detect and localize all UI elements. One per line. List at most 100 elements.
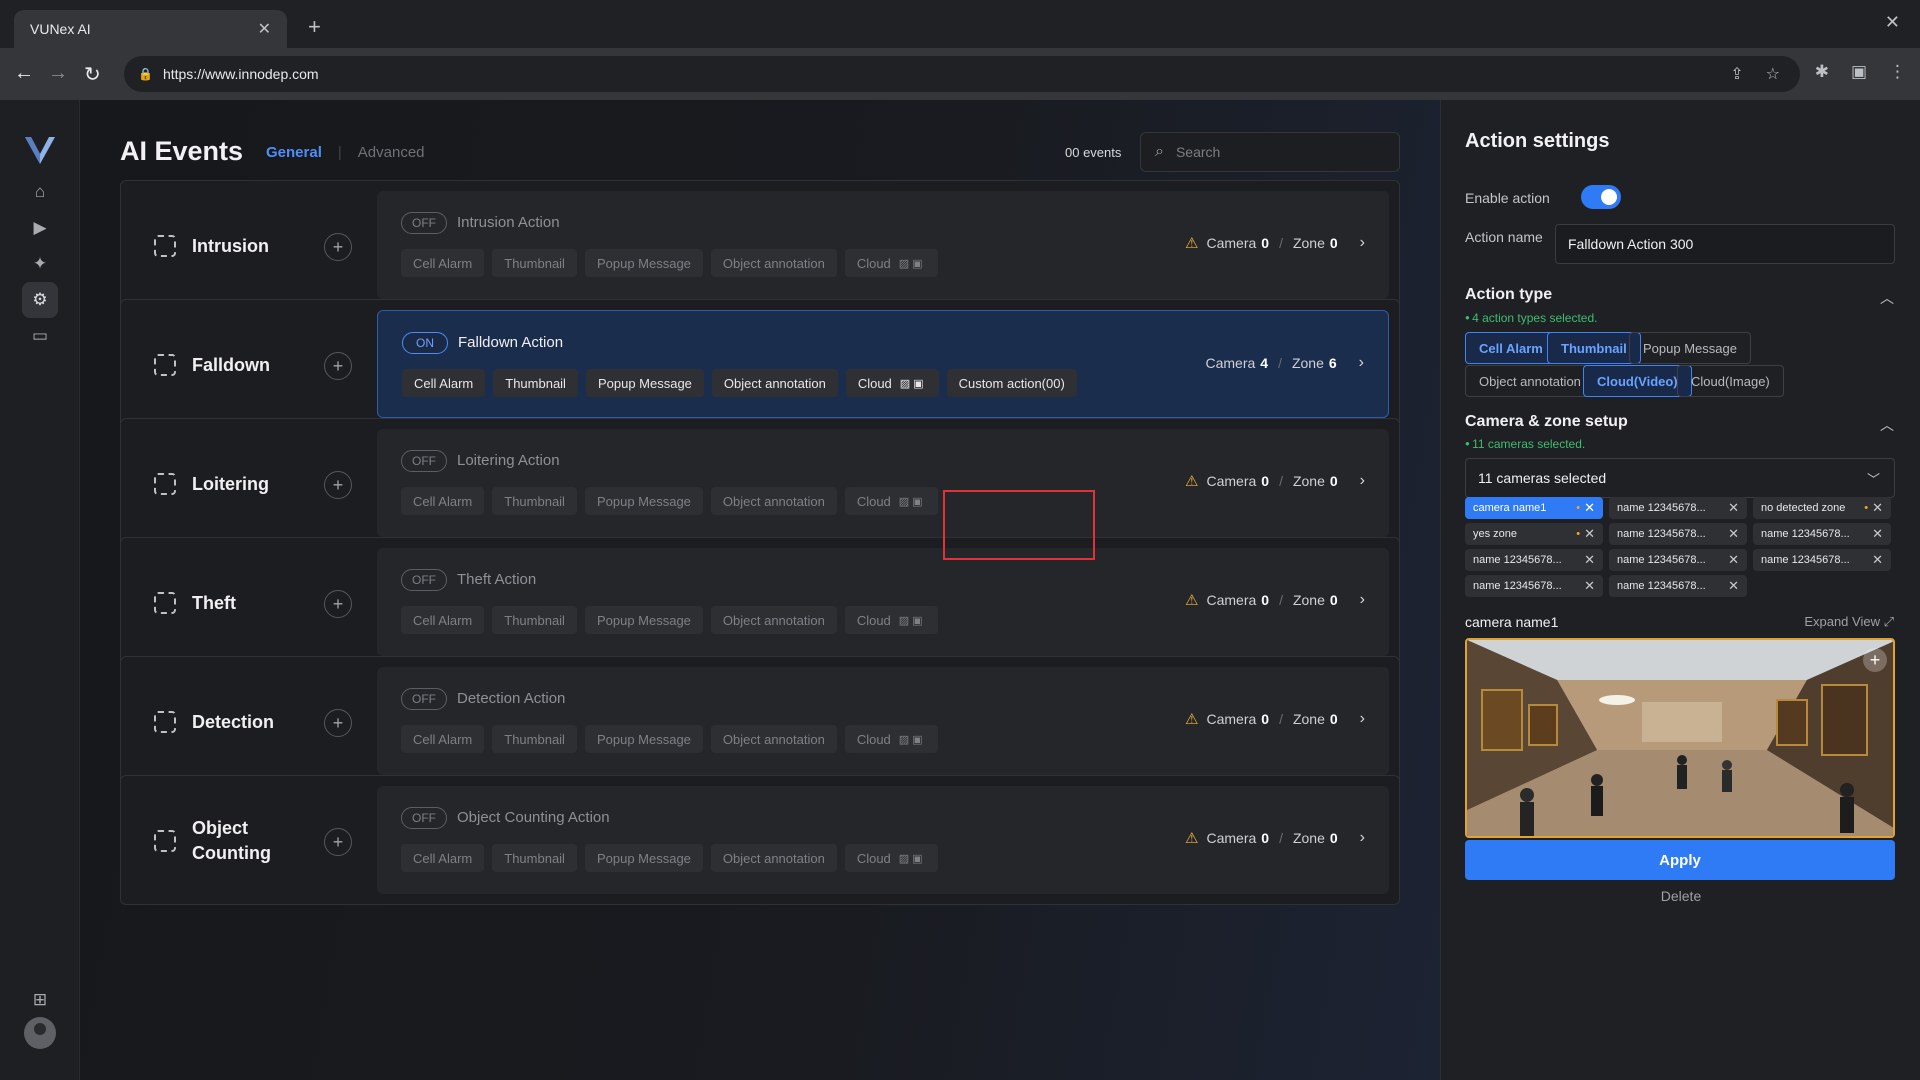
extensions-icon[interactable]: ✱ [1815, 62, 1829, 82]
add-action-button[interactable]: + [324, 233, 352, 261]
action-chips: Cell Alarm Thumbnail Popup Message Object a… [401, 606, 938, 634]
event-checkbox[interactable] [154, 830, 176, 852]
back-icon[interactable]: ← [14, 62, 34, 85]
camera-tag[interactable]: name 12345678... ✕ [1753, 549, 1891, 571]
chevron-right-icon[interactable]: › [1360, 591, 1365, 609]
apply-button[interactable]: Apply [1465, 840, 1895, 880]
event-card[interactable]: Theft + OFF Theft Action Cell Alarm Thumb… [120, 537, 1400, 667]
avatar[interactable] [24, 1017, 56, 1049]
action-type-option[interactable]: Cloud(Image) [1677, 365, 1784, 397]
menu-dots-icon[interactable]: ⋮ [1889, 62, 1906, 82]
monitor-settings-icon[interactable]: ▭ [22, 318, 58, 354]
remove-tag-icon[interactable]: ✕ [1584, 552, 1595, 568]
remove-tag-icon[interactable]: ✕ [1872, 500, 1883, 516]
camera-tag[interactable]: name 12345678... ✕ [1609, 575, 1747, 597]
chevron-right-icon[interactable]: › [1360, 234, 1365, 252]
search-input[interactable]: ⌕ Search [1140, 132, 1400, 172]
remove-tag-icon[interactable]: ✕ [1872, 552, 1883, 568]
action-summary[interactable]: OFF Object Counting Action Cell Alarm Thu… [377, 786, 1389, 894]
remove-tag-icon[interactable]: ✕ [1728, 500, 1739, 516]
tab-general[interactable]: General [266, 144, 322, 161]
camera-tag[interactable]: name 12345678... ✕ [1753, 523, 1891, 545]
event-card[interactable]: Intrusion + OFF Intrusion Action Cell Al… [120, 180, 1400, 310]
ai-sparkle-icon[interactable]: ✦ [22, 246, 58, 282]
side-panel-icon[interactable]: ▣ [1851, 62, 1867, 82]
camera-select[interactable]: 11 cameras selected ﹀ [1465, 458, 1895, 498]
event-checkbox[interactable] [154, 235, 176, 257]
action-type-option[interactable]: Cloud(Video) [1583, 365, 1692, 397]
share-icon[interactable]: ⇪ [1730, 64, 1743, 84]
camera-tag[interactable]: name 12345678... ✕ [1609, 497, 1747, 519]
zone-count: 0 [1329, 592, 1338, 608]
action-name-input[interactable]: Falldown Action 300 [1555, 224, 1895, 264]
camera-tag[interactable]: camera name1 • ✕ [1465, 497, 1603, 519]
camera-tag[interactable]: no detected zone • ✕ [1753, 497, 1891, 519]
camera-tag[interactable]: name 12345678... ✕ [1609, 523, 1747, 545]
camera-tag[interactable]: name 12345678... ✕ [1465, 549, 1603, 571]
action-summary[interactable]: ON Falldown Action Cell Alarm Thumbnail Po… [377, 310, 1389, 418]
reload-icon[interactable]: ↻ [84, 62, 101, 87]
close-tab-icon[interactable]: ✕ [258, 19, 271, 39]
apps-grid-icon[interactable]: ⊞ [22, 982, 58, 1018]
video-icon[interactable]: ▶ [22, 210, 58, 246]
delete-button[interactable]: Delete [1441, 888, 1920, 904]
action-chip: Cell Alarm [401, 249, 485, 277]
tab-advanced[interactable]: Advanced [358, 144, 425, 161]
camera-label: Camera [1206, 592, 1257, 608]
status-dot: • [1576, 528, 1581, 540]
browser-tab[interactable]: VUNex AI ✕ [14, 10, 287, 48]
forward-icon[interactable]: → [48, 62, 68, 85]
collapse-action-type-icon[interactable]: ︿ [1880, 288, 1894, 308]
event-card[interactable]: Falldown + ON Falldown Action Cell Alarm… [120, 299, 1400, 429]
event-card[interactable]: Loitering + OFF Loitering Action Cell Al… [120, 418, 1400, 548]
action-chip: Custom action(00) [946, 369, 1077, 397]
camera-tag-label: no detected zone [1761, 502, 1846, 514]
action-type-option[interactable]: Cell Alarm [1465, 332, 1557, 364]
add-zone-icon[interactable]: + [1863, 648, 1887, 672]
new-tab-icon[interactable]: + [308, 14, 321, 40]
action-type-option[interactable]: Object annotation [1465, 365, 1595, 397]
action-type-option[interactable]: Popup Message [1629, 332, 1751, 364]
remove-tag-icon[interactable]: ✕ [1728, 578, 1739, 594]
remove-tag-icon[interactable]: ✕ [1728, 526, 1739, 542]
add-action-button[interactable]: + [324, 590, 352, 618]
action-summary[interactable]: OFF Detection Action Cell Alarm Thumbnail… [377, 667, 1389, 775]
remove-tag-icon[interactable]: ✕ [1872, 526, 1883, 542]
remove-tag-icon[interactable]: ✕ [1584, 500, 1595, 516]
add-action-button[interactable]: + [324, 471, 352, 499]
remove-tag-icon[interactable]: ✕ [1584, 578, 1595, 594]
remove-tag-icon[interactable]: ✕ [1584, 526, 1595, 542]
window-close-icon[interactable]: ✕ [1885, 12, 1900, 33]
event-card[interactable]: Object Counting + OFF Object Counting Ac… [120, 775, 1400, 905]
event-checkbox[interactable] [154, 473, 176, 495]
enable-action-toggle[interactable] [1581, 185, 1621, 209]
camera-tag[interactable]: name 12345678... ✕ [1465, 575, 1603, 597]
chevron-right-icon[interactable]: › [1359, 354, 1364, 372]
collapse-camera-zone-icon[interactable]: ︿ [1880, 415, 1894, 435]
page-title: AI Events [120, 136, 244, 166]
address-bar[interactable]: 🔒 https://www.innodep.com ⇪ ☆ [124, 56, 1800, 92]
chevron-right-icon[interactable]: › [1360, 829, 1365, 847]
action-summary[interactable]: OFF Theft Action Cell Alarm Thumbnail Popu… [377, 548, 1389, 656]
camera-tag[interactable]: name 12345678... ✕ [1609, 549, 1747, 571]
action-type-option[interactable]: Thumbnail [1547, 332, 1641, 364]
action-summary[interactable]: OFF Loitering Action Cell Alarm Thumbnail… [377, 429, 1389, 537]
camera-tag[interactable]: yes zone • ✕ [1465, 523, 1603, 545]
chevron-right-icon[interactable]: › [1360, 710, 1365, 728]
add-action-button[interactable]: + [324, 709, 352, 737]
event-checkbox[interactable] [154, 592, 176, 614]
settings-gear-icon[interactable]: ⚙ [22, 282, 58, 318]
home-icon[interactable]: ⌂ [22, 174, 58, 210]
add-action-button[interactable]: + [324, 828, 352, 856]
event-card[interactable]: Detection + OFF Detection Action Cell Al… [120, 656, 1400, 786]
chevron-right-icon[interactable]: › [1360, 472, 1365, 490]
add-action-button[interactable]: + [324, 352, 352, 380]
expand-view-button[interactable]: Expand View ⤢ [1804, 614, 1894, 630]
action-chip: Cell Alarm [401, 606, 485, 634]
event-checkbox[interactable] [154, 711, 176, 733]
remove-tag-icon[interactable]: ✕ [1728, 552, 1739, 568]
event-checkbox[interactable] [154, 354, 176, 376]
camera-preview[interactable]: + [1465, 638, 1895, 838]
action-summary[interactable]: OFF Intrusion Action Cell Alarm Thumbnail… [377, 191, 1389, 299]
bookmark-star-icon[interactable]: ☆ [1766, 64, 1780, 84]
